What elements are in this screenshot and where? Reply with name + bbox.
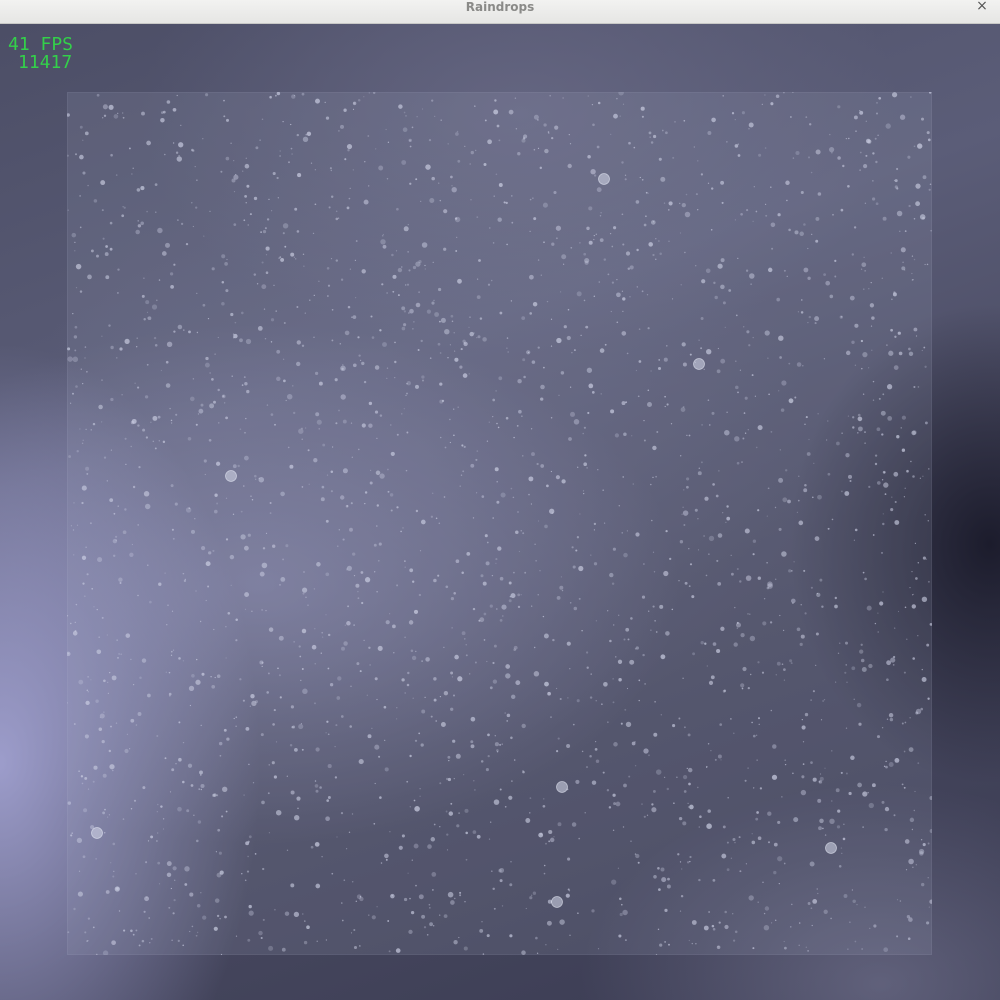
close-button[interactable]: × — [972, 0, 992, 20]
render-viewport[interactable] — [0, 24, 1000, 1000]
title-bar[interactable]: Raindrops × — [0, 0, 1000, 24]
glass-pane — [67, 92, 932, 955]
window-title: Raindrops — [465, 0, 535, 14]
close-icon: × — [976, 0, 988, 14]
raindrops-layer — [67, 92, 932, 955]
fps-counter-overlay: 41 FPS 11417 — [8, 36, 73, 72]
raindrops-window: Raindrops × 41 FPS 11417 — [0, 0, 1000, 1000]
drop-count-readout: 11417 — [18, 52, 73, 73]
